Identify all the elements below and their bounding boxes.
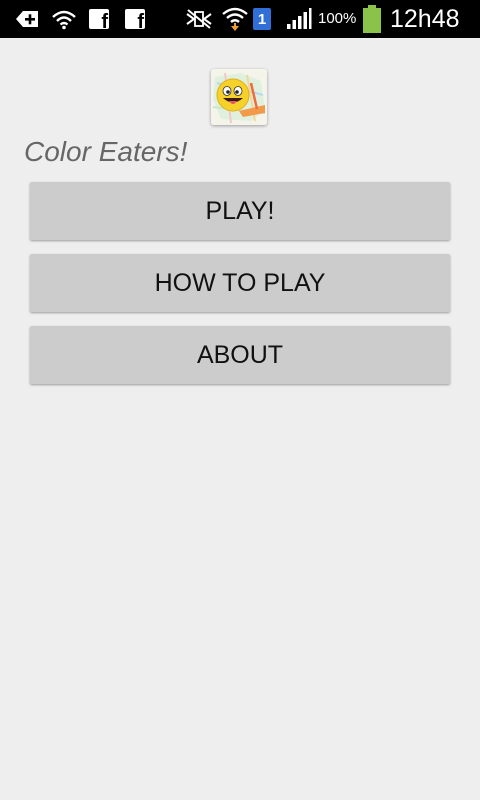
facebook-icon: f — [88, 0, 110, 38]
about-button[interactable]: ABOUT — [30, 326, 450, 384]
silent-mode-icon — [184, 0, 214, 38]
how-to-play-button[interactable]: HOW TO PLAY — [30, 254, 450, 312]
usb-download-icon — [14, 0, 40, 38]
wifi-hotspot-icon — [50, 0, 78, 38]
app-title: Color Eaters! — [24, 136, 188, 167]
color-eaters-smiley-icon — [211, 69, 267, 125]
battery-icon — [362, 0, 382, 38]
status-bar: f f 1 100% 12h48 — [0, 0, 480, 38]
facebook-icon: f — [124, 0, 146, 38]
sim-1-icon: 1 — [251, 0, 273, 38]
signal-icon — [286, 0, 312, 38]
battery-percentage: 100% — [318, 10, 357, 27]
wifi-icon — [221, 0, 249, 38]
play-button[interactable]: PLAY! — [30, 182, 450, 240]
status-clock: 12h48 — [390, 5, 460, 33]
